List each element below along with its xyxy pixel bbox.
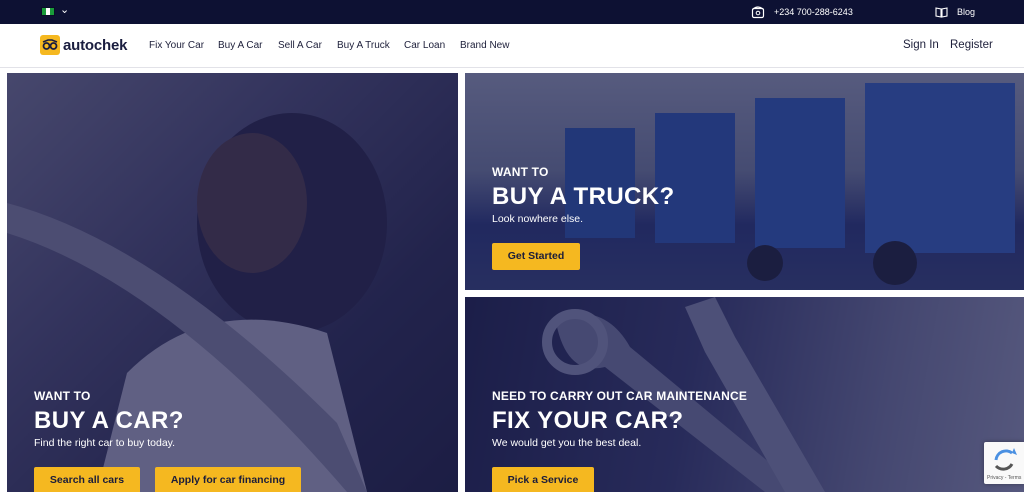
buy-truck-eyebrow: WANT TO xyxy=(492,165,549,179)
buy-car-eyebrow: WANT TO xyxy=(34,389,91,403)
buy-truck-hero-panel: WANT TO BUY A TRUCK? Look nowhere else. … xyxy=(465,73,1024,290)
buy-car-hero-panel: WANT TO BUY A CAR? Find the right car to… xyxy=(7,73,458,492)
nav-car-loan[interactable]: Car Loan xyxy=(404,40,445,51)
book-icon xyxy=(935,7,948,18)
chevron-down-icon[interactable]: ⌄ xyxy=(60,3,69,16)
nav-fix-your-car[interactable]: Fix Your Car xyxy=(149,40,204,51)
main-navigation: autochek Fix Your Car Buy A Car Sell A C… xyxy=(0,24,1024,68)
buy-truck-subtext: Look nowhere else. xyxy=(492,213,584,225)
register-link[interactable]: Register xyxy=(950,39,993,51)
recaptcha-icon xyxy=(994,448,1017,471)
autochek-logo[interactable]: autochek xyxy=(40,35,127,55)
top-utility-bar: ⌄ +234 700-288-6243 Blog xyxy=(0,0,1024,24)
nav-buy-a-car[interactable]: Buy A Car xyxy=(218,40,262,51)
fix-car-headline: FIX YOUR CAR? xyxy=(492,407,684,434)
buy-truck-headline: BUY A TRUCK? xyxy=(492,183,675,210)
brand-name: autochek xyxy=(63,36,128,54)
search-all-cars-button[interactable]: Search all cars xyxy=(34,467,140,492)
logo-mark-icon xyxy=(40,35,60,55)
pick-a-service-button[interactable]: Pick a Service xyxy=(492,467,594,492)
buy-car-headline: BUY A CAR? xyxy=(34,407,184,434)
fix-car-subtext: We would get you the best deal. xyxy=(492,437,642,449)
nav-buy-a-truck[interactable]: Buy A Truck xyxy=(337,40,390,51)
recaptcha-footer[interactable]: Privacy - Terms xyxy=(987,475,1021,481)
fix-car-eyebrow: NEED TO CARRY OUT CAR MAINTENANCE xyxy=(492,389,748,403)
fix-car-hero-panel: NEED TO CARRY OUT CAR MAINTENANCE FIX YO… xyxy=(465,297,1024,492)
blog-link[interactable]: Blog xyxy=(957,7,975,17)
recaptcha-badge[interactable]: Privacy - Terms xyxy=(984,442,1024,484)
phone-icon xyxy=(751,6,765,19)
nav-sell-a-car[interactable]: Sell A Car xyxy=(278,40,322,51)
apply-car-financing-button[interactable]: Apply for car financing xyxy=(155,467,301,492)
get-started-button[interactable]: Get Started xyxy=(492,243,580,270)
nav-brand-new[interactable]: Brand New xyxy=(460,40,509,51)
nigeria-flag-icon[interactable] xyxy=(41,7,55,16)
sign-in-link[interactable]: Sign In xyxy=(903,39,939,51)
phone-number[interactable]: +234 700-288-6243 xyxy=(774,7,853,17)
buy-car-subtext: Find the right car to buy today. xyxy=(34,437,176,449)
